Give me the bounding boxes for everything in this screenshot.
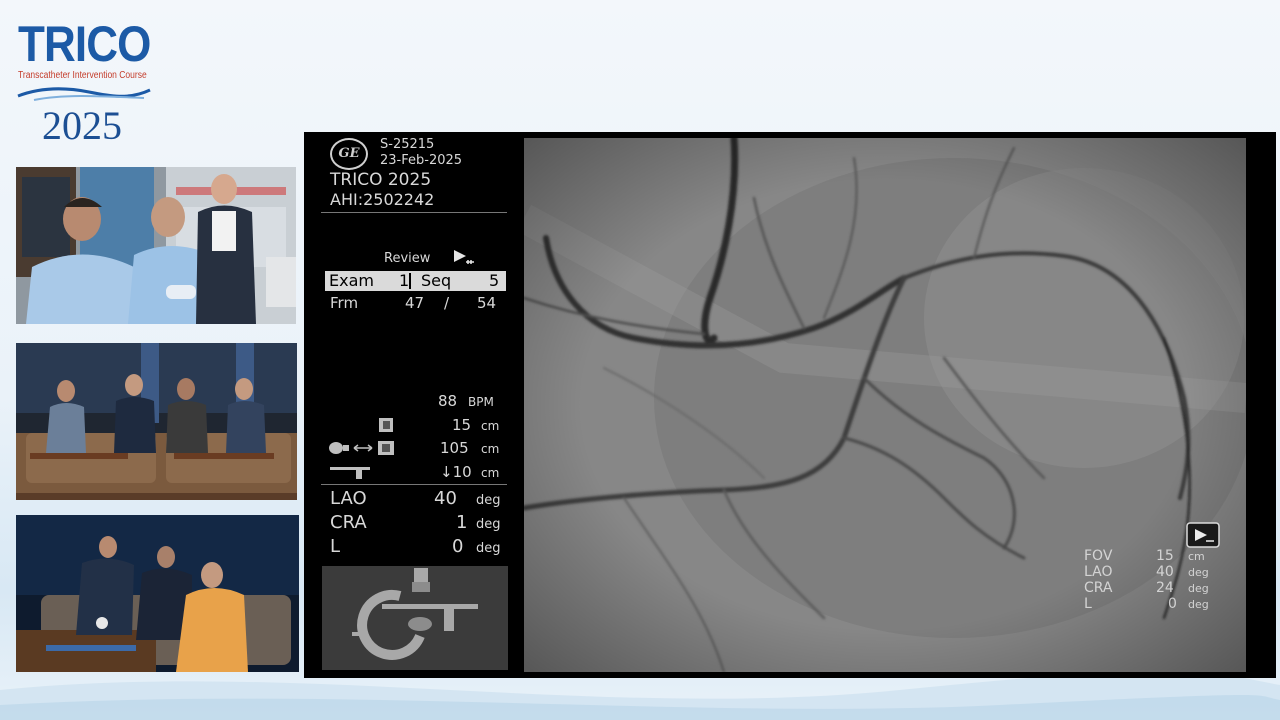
angle-lao-value: 40 xyxy=(434,488,457,509)
logo-brand: TRICO xyxy=(18,16,151,72)
angle-cra-label: CRA xyxy=(330,512,367,533)
study-title: TRICO 2025 xyxy=(330,170,432,190)
c-arm-icon xyxy=(352,568,478,660)
seq-value: 5 xyxy=(489,271,500,290)
ge-logo-icon: GE xyxy=(330,138,368,170)
angle-lao-unit: deg xyxy=(476,493,501,508)
fov-value: 15 xyxy=(452,416,472,434)
angle-cra-value: 1 xyxy=(456,512,468,533)
angle-l-label: L xyxy=(330,536,341,557)
sid-value: 105 xyxy=(440,439,469,457)
overlay-cra-value: 24 xyxy=(1156,580,1174,596)
angiogram-image: FOV 15 cm LAO 40 deg CRA 24 deg L 0 deg xyxy=(524,138,1246,672)
overlay-lao-unit: deg xyxy=(1188,566,1209,579)
ahi-number: AHI:2502242 xyxy=(330,190,435,209)
frame-current: 47 xyxy=(405,294,425,312)
seq-label: Seq xyxy=(421,271,452,290)
overlay-l-value: 0 xyxy=(1168,596,1177,612)
heart-rate-value: 88 xyxy=(438,392,458,410)
study-id: S-25215 xyxy=(380,137,435,152)
divider xyxy=(321,484,507,485)
review-label: Review xyxy=(384,251,431,266)
overlay-l-label: L xyxy=(1084,596,1092,612)
play-review-icon xyxy=(454,250,474,264)
sid-unit: cm xyxy=(481,442,500,456)
overlay-fov-value: 15 xyxy=(1156,548,1174,564)
study-date: 23-Feb-2025 xyxy=(380,153,463,168)
exam-seq-box: Exam 1 Seq 5 xyxy=(325,271,506,291)
exam-seq-separator xyxy=(409,273,411,289)
overlay-fov-unit: cm xyxy=(1188,550,1205,563)
exam-label: Exam xyxy=(329,271,374,290)
camera-feed-operators xyxy=(16,167,296,324)
angle-l-value: 0 xyxy=(452,536,464,557)
camera-feed-panel xyxy=(16,343,297,500)
overlay-lao-value: 40 xyxy=(1156,564,1174,580)
trico-logo: TRICO Transcatheter Intervention Course … xyxy=(14,14,154,149)
source-image-distance-icon xyxy=(329,441,394,455)
fov-unit: cm xyxy=(481,419,500,433)
image-overlay-readout: FOV 15 cm LAO 40 deg CRA 24 deg L 0 deg xyxy=(1084,548,1224,612)
overlay-cra-label: CRA xyxy=(1084,580,1113,596)
camera-feed-audience xyxy=(16,515,299,672)
fluoroscopy-monitor: GE S-25215 23-Feb-2025 TRICO 2025 AHI:25… xyxy=(304,132,1276,678)
frame-total: 54 xyxy=(477,294,497,312)
table-height-unit: cm xyxy=(481,466,500,480)
logo-year: 2025 xyxy=(42,103,122,148)
overlay-lao-label: LAO xyxy=(1084,564,1113,580)
exam-value: 1 xyxy=(399,271,410,290)
c-arm-position-panel xyxy=(322,566,508,670)
frame-separator: / xyxy=(444,294,450,312)
divider xyxy=(321,212,507,213)
table-height-value: ↓10 xyxy=(440,463,472,481)
table-height-icon xyxy=(330,467,370,479)
cine-playback-icon xyxy=(1186,522,1220,548)
acquisition-info-panel: GE S-25215 23-Feb-2025 TRICO 2025 AHI:25… xyxy=(304,132,520,678)
frame-label: Frm xyxy=(330,294,359,312)
heart-rate-unit: BPM xyxy=(468,395,494,409)
overlay-fov-label: FOV xyxy=(1084,548,1113,564)
logo-wave xyxy=(17,87,151,101)
overlay-cra-unit: deg xyxy=(1188,582,1209,595)
logo-tagline: Transcatheter Intervention Course xyxy=(18,70,147,81)
angle-l-unit: deg xyxy=(476,541,501,556)
angle-lao-label: LAO xyxy=(330,488,367,509)
angle-cra-unit: deg xyxy=(476,517,501,532)
overlay-l-unit: deg xyxy=(1188,598,1209,611)
detector-icon xyxy=(379,418,393,432)
